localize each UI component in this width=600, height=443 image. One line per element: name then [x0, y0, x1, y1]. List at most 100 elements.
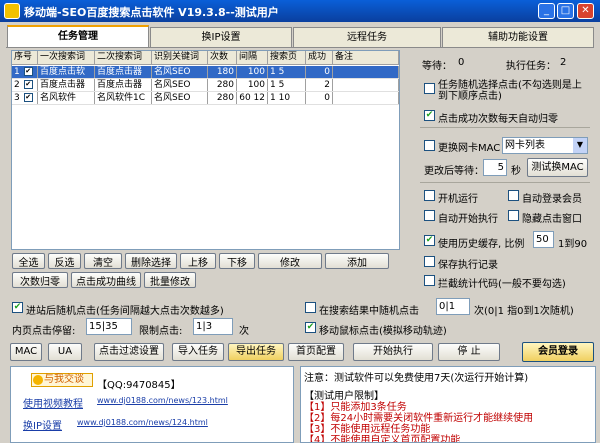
notice-title: 注意：测试软件可以免费使用7天(次运行开始计算) — [304, 373, 529, 384]
cell-interval: 100 — [237, 66, 268, 78]
cell-query2: 名风软件1C — [95, 92, 152, 104]
save-log-checkbox[interactable] — [424, 256, 435, 267]
task-table[interactable]: 序号 一次搜索词 二次搜索词 识别关键词 次数 间隔 搜索页 成功 备注 1 ✔ 百… — [11, 50, 400, 250]
minimize-button[interactable]: _ — [538, 3, 555, 19]
hide-window-checkbox[interactable] — [508, 210, 519, 221]
move-up-button[interactable]: 上移 — [180, 253, 216, 269]
maximize-button[interactable]: □ — [557, 3, 574, 19]
chat-promo[interactable]: 与我交谈 — [31, 373, 93, 387]
wait-after-label: 更改后等待： — [424, 166, 484, 177]
col-keyword: 识别关键词 — [152, 51, 208, 64]
inner-random-label: 进站后随机点击(任务间隔越大点击次数越多) — [26, 306, 224, 317]
seconds-unit: 秒 — [511, 166, 521, 177]
ua-button[interactable]: UA — [48, 343, 82, 361]
mouse-move-checkbox[interactable]: ✔ — [305, 322, 316, 333]
nic-select-value: 网卡列表 — [505, 140, 545, 151]
select-all-button[interactable]: 全选 — [12, 253, 45, 269]
col-query1: 一次搜索词 — [38, 51, 95, 64]
start-button[interactable]: 开始执行 — [353, 343, 433, 361]
mac-button[interactable]: MAC — [10, 343, 42, 361]
table-row[interactable]: 1 ✔ 百度点击软 百度点击器 名风SEO 180 100 1 50 — [12, 66, 399, 79]
row-number: 2 — [14, 80, 20, 90]
history-ratio-input[interactable]: 50 — [533, 231, 554, 248]
search-random-input[interactable]: 0|1 — [436, 298, 470, 315]
cell-keyword: 名风SEO — [152, 79, 208, 91]
nic-select[interactable]: 网卡列表 ▼ — [502, 137, 588, 154]
click-curve-button[interactable]: 点击成功曲线 — [71, 272, 141, 288]
inner-wait-input[interactable]: 15|35 — [86, 318, 132, 335]
tab-task-manage[interactable]: 任务管理 — [7, 25, 149, 48]
cell-query2: 百度点击器 — [95, 79, 152, 91]
random-task-label: 任务随机选择点击(不勾选则是上到下顺序点击) — [438, 80, 582, 102]
batch-modify-button[interactable]: 批量修改 — [144, 272, 196, 288]
test-mac-button[interactable]: 测试换MAC — [527, 158, 588, 177]
random-task-checkbox[interactable] — [424, 83, 435, 94]
inner-wait-label: 内页点击停留: — [12, 326, 76, 337]
search-random-hint: 次(0|1 指0到1次随机) — [474, 306, 574, 317]
qq-number: 【QQ:9470845】 — [97, 380, 181, 391]
ip-settings-link[interactable]: 换IP设置 — [23, 417, 62, 432]
import-task-button[interactable]: 导入任务 — [172, 343, 224, 361]
add-button[interactable]: 添加 — [325, 253, 389, 269]
wait-seconds-input[interactable]: 5 — [483, 159, 507, 176]
row-checkbox[interactable]: ✔ — [23, 93, 33, 102]
cell-query1: 百度点击软 — [38, 66, 95, 78]
cell-page: 1 5 — [268, 66, 306, 78]
cell-success: 0 — [306, 92, 333, 104]
tab-aux-settings[interactable]: 辅助功能设置 — [442, 27, 594, 47]
move-down-button[interactable]: 下移 — [219, 253, 255, 269]
video-tutorial-link[interactable]: 使用视频教程 — [23, 395, 83, 410]
chevron-down-icon[interactable]: ▼ — [573, 138, 587, 153]
tab-ip-settings[interactable]: 换IP设置 — [150, 27, 292, 47]
change-mac-checkbox[interactable] — [424, 140, 435, 151]
delete-selected-button[interactable]: 删除选择 — [125, 253, 177, 269]
export-task-button[interactable]: 导出任务 — [228, 343, 284, 361]
modify-button[interactable]: 修改 — [258, 253, 322, 269]
col-count: 次数 — [208, 51, 237, 64]
waiting-count: 0 — [458, 57, 465, 68]
filter-settings-button[interactable]: 点击过滤设置 — [94, 343, 164, 361]
ip-settings-url[interactable]: www.dj0188.com/news/124.html — [77, 418, 208, 427]
clear-button[interactable]: 清空 — [84, 253, 122, 269]
row-checkbox[interactable]: ✔ — [23, 80, 33, 89]
cell-interval: 100 — [237, 79, 268, 91]
save-log-label: 保存执行记录 — [438, 260, 498, 271]
autostart-checkbox[interactable] — [424, 190, 435, 201]
help-panel: 与我交谈 【QQ:9470845】 使用视频教程 www.dj0188.com/… — [10, 366, 294, 443]
homepage-config-button[interactable]: 首页配置 — [288, 343, 344, 361]
divider — [420, 182, 590, 183]
video-tutorial-url[interactable]: www.dj0188.com/news/123.html — [97, 396, 228, 405]
col-interval: 间隔 — [237, 51, 268, 64]
table-row[interactable]: 2 ✔ 百度点击器 百度点击器 名风SEO 280 100 1 52 — [12, 79, 399, 92]
close-button[interactable]: ✕ — [577, 3, 594, 19]
row-checkbox[interactable]: ✔ — [23, 67, 33, 76]
row-number: 3 — [14, 93, 20, 103]
inner-random-checkbox[interactable]: ✔ — [12, 302, 23, 313]
cell-success: 2 — [306, 79, 333, 91]
tab-remote-task[interactable]: 远程任务 — [293, 27, 441, 47]
history-cache-checkbox[interactable]: ✔ — [424, 235, 435, 246]
table-row[interactable]: 3 ✔ 名风软件 名风软件1C 名风SEO 280 60 12 1 10 0 — [12, 92, 399, 105]
reset-count-button[interactable]: 次数归零 — [12, 272, 68, 288]
autologin-label: 自动登录会员 — [522, 194, 582, 205]
autologin-checkbox[interactable] — [508, 190, 519, 201]
member-login-button[interactable]: 会员登录 — [522, 342, 594, 362]
app-icon — [4, 3, 20, 19]
col-query2: 二次搜索词 — [95, 51, 152, 64]
invert-select-button[interactable]: 反选 — [48, 253, 81, 269]
reset-daily-checkbox[interactable]: ✔ — [424, 110, 435, 121]
cell-success: 0 — [306, 66, 333, 78]
mouse-move-label: 移动鼠标点击(模拟移动轨迹) — [319, 326, 447, 337]
limit-click-input[interactable]: 1|3 — [193, 318, 233, 335]
cell-page: 1 5 — [268, 79, 306, 91]
reset-daily-label: 点击成功次数每天自动归零 — [438, 114, 558, 125]
cell-no: 1 ✔ — [12, 66, 38, 78]
autoexec-checkbox[interactable] — [424, 210, 435, 221]
cell-query1: 百度点击器 — [38, 79, 95, 91]
table-header: 序号 一次搜索词 二次搜索词 识别关键词 次数 间隔 搜索页 成功 备注 — [12, 51, 399, 65]
cell-no: 2 ✔ — [12, 79, 38, 91]
block-stats-checkbox[interactable] — [424, 275, 435, 286]
search-random-checkbox[interactable] — [305, 302, 316, 313]
stop-button[interactable]: 停 止 — [438, 343, 500, 361]
notice-panel: 注意：测试软件可以免费使用7天(次运行开始计算) 【测试用户限制】 【1】只能添… — [300, 366, 596, 443]
